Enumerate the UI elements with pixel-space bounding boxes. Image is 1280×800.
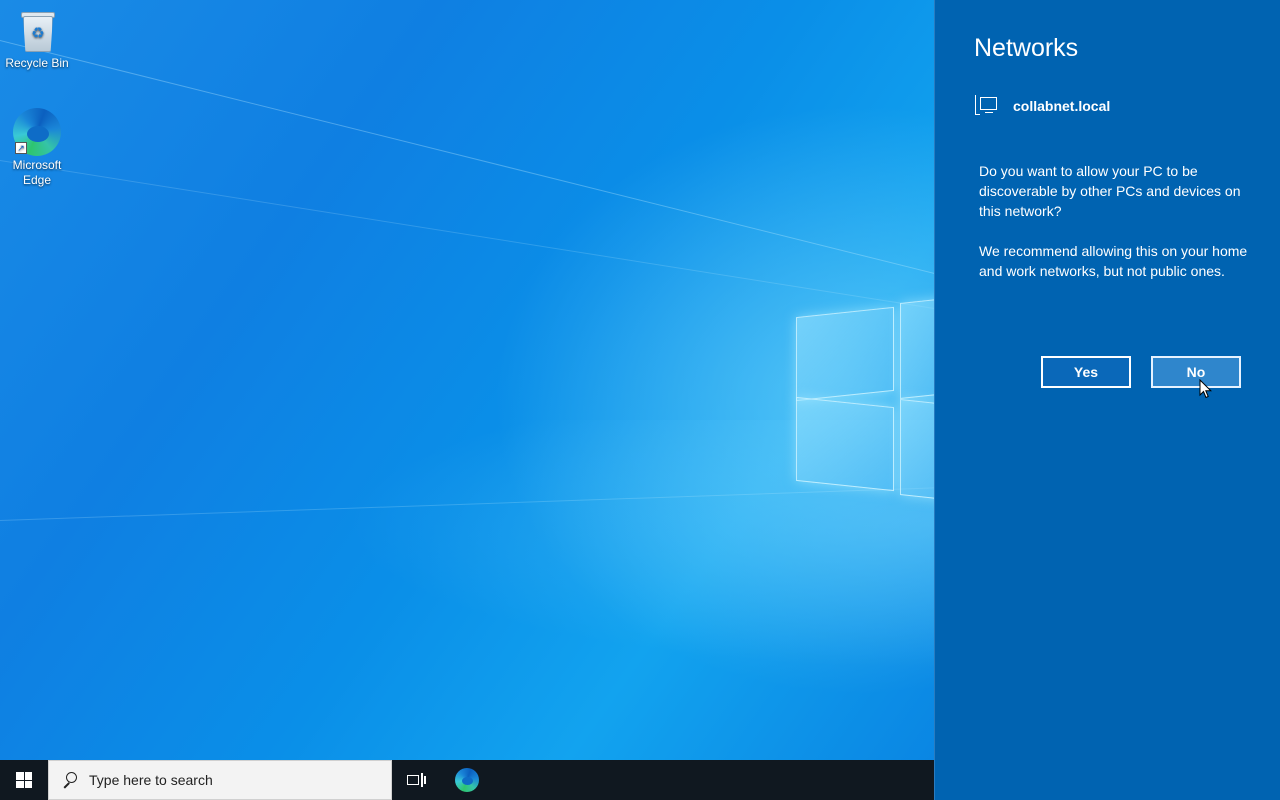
network-item: collabnet.local [975,94,1110,118]
start-button[interactable] [0,760,48,800]
yes-button[interactable]: Yes [1041,356,1131,388]
task-view-icon [407,773,426,787]
desktop-icon-label: Recycle Bin [5,56,69,70]
recycle-bin-icon: ♻ [13,6,61,54]
logo-pane [796,306,894,402]
shortcut-arrow-icon: ↗ [15,142,27,154]
networks-flyout: Networks collabnet.local Do you want to … [934,0,1280,800]
background-beam [0,40,934,380]
taskbar-search-box[interactable]: Type here to search [48,760,392,800]
desktop-icon-recycle-bin[interactable]: ♻ Recycle Bin [4,6,70,71]
windows-logo-wallpaper [796,296,934,506]
search-icon [61,771,79,789]
windows-start-icon [16,772,32,788]
taskbar-edge-button[interactable] [446,760,488,800]
taskbar: Type here to search [0,760,934,800]
background-beam [0,160,934,380]
desktop-icon-microsoft-edge[interactable]: ↗ Microsoft Edge [4,108,70,188]
edge-icon: ↗ [13,108,61,156]
logo-pane [900,297,934,399]
desktop-icon-label: Microsoft Edge [12,158,62,187]
network-name: collabnet.local [1013,98,1111,114]
search-placeholder: Type here to search [89,772,213,788]
discoverable-question: Do you want to allow your PC to be disco… [979,163,1241,219]
task-view-button[interactable] [400,760,432,800]
desktop: ♻ Recycle Bin ↗ Microsoft Edge [0,0,934,760]
logo-pane [900,399,934,501]
no-button[interactable]: No [1151,356,1241,388]
mouse-pointer-icon [1199,379,1213,399]
logo-pane [796,396,894,492]
edge-icon [455,768,479,792]
ethernet-network-icon [975,95,999,117]
flyout-title: Networks [974,34,1079,62]
recommendation-text: We recommend allowing this on your home … [979,243,1248,279]
